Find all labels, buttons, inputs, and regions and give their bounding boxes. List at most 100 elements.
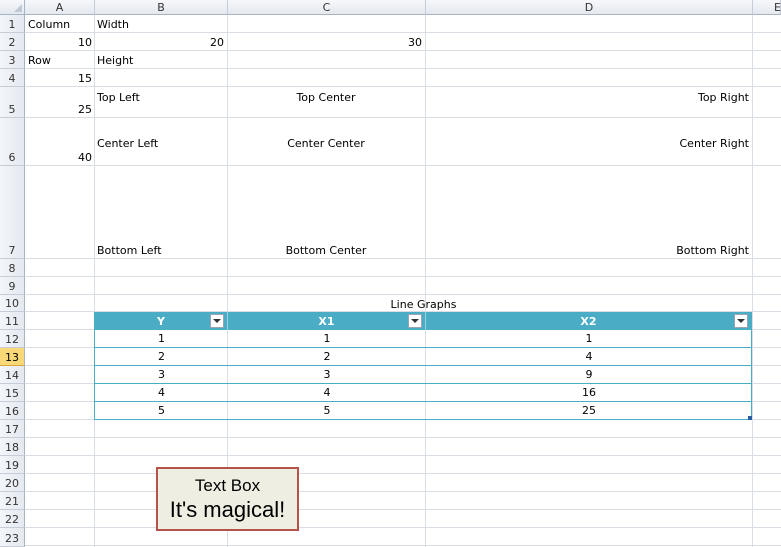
- row-header-23[interactable]: 23: [0, 528, 25, 547]
- table-cell[interactable]: 4: [95, 384, 228, 402]
- cell-a6[interactable]: 40: [25, 151, 95, 164]
- cell-a1[interactable]: Column: [25, 18, 95, 31]
- cell-c6[interactable]: Center Center: [227, 137, 425, 150]
- filter-dropdown-icon[interactable]: [734, 314, 748, 328]
- spreadsheet-grid: A B C D E 1 2 3 4 5 6 7 8 9 10 11 12 13 …: [0, 0, 781, 547]
- cell-a4[interactable]: 15: [25, 72, 95, 85]
- table-cell[interactable]: 16: [426, 384, 752, 402]
- row-header-8[interactable]: 8: [0, 259, 25, 277]
- table-cell[interactable]: 3: [95, 366, 228, 384]
- cell-b1[interactable]: Width: [94, 18, 227, 31]
- cell-b2[interactable]: 20: [94, 36, 227, 49]
- table-cell[interactable]: 5: [95, 402, 228, 420]
- table-header-y[interactable]: Y: [95, 312, 228, 330]
- gridline: [25, 473, 781, 474]
- row-header-6[interactable]: 6: [0, 118, 25, 166]
- column-header-b[interactable]: B: [95, 0, 228, 15]
- gridline: [752, 15, 753, 547]
- row-header-21[interactable]: 21: [0, 492, 25, 510]
- gridline: [25, 294, 781, 295]
- table-row: 4 4 16: [95, 384, 752, 402]
- cell-a5[interactable]: 25: [25, 103, 95, 116]
- cell-b7[interactable]: Bottom Left: [94, 244, 227, 257]
- row-header-11[interactable]: 11: [0, 312, 25, 330]
- table-header-label: Y: [157, 314, 165, 328]
- row-header-3[interactable]: 3: [0, 51, 25, 69]
- cell-b5[interactable]: Top Left: [94, 91, 227, 104]
- row-header-5[interactable]: 5: [0, 87, 25, 118]
- table-header-x2[interactable]: X2: [426, 312, 752, 330]
- row-header-19[interactable]: 19: [0, 456, 25, 474]
- cell-d5[interactable]: Top Right: [425, 91, 752, 104]
- table-header-label: X2: [580, 314, 597, 328]
- row-header-1[interactable]: 1: [0, 15, 25, 33]
- row-header-13[interactable]: 13: [0, 348, 25, 366]
- table-cell[interactable]: 9: [426, 366, 752, 384]
- row-header-16[interactable]: 16: [0, 402, 25, 420]
- cell-d7[interactable]: Bottom Right: [425, 244, 752, 257]
- cell-b3[interactable]: Height: [94, 54, 227, 67]
- table-cell[interactable]: 1: [95, 330, 228, 348]
- table-cell[interactable]: 5: [228, 402, 426, 420]
- gridline: [25, 117, 781, 118]
- table-header-x1[interactable]: X1: [228, 312, 426, 330]
- gridline: [25, 545, 781, 546]
- table-cell[interactable]: 25: [426, 402, 752, 420]
- gridline: [25, 50, 781, 51]
- column-header-d[interactable]: D: [426, 0, 753, 15]
- filter-dropdown-icon[interactable]: [210, 314, 224, 328]
- table-cell[interactable]: 1: [426, 330, 752, 348]
- row-header-9[interactable]: 9: [0, 277, 25, 295]
- row-header-4[interactable]: 4: [0, 69, 25, 87]
- table-row: 1 1 1: [95, 330, 752, 348]
- gridline: [25, 437, 781, 438]
- gridline: [25, 86, 781, 87]
- text-box-line-1: Text Box: [194, 476, 261, 495]
- row-header-12[interactable]: 12: [0, 330, 25, 348]
- row-header-15[interactable]: 15: [0, 384, 25, 402]
- gridline: [25, 455, 781, 456]
- row-header-10[interactable]: 10: [0, 295, 25, 312]
- cell-c5[interactable]: Top Center: [227, 91, 425, 104]
- cell-c7[interactable]: Bottom Center: [227, 244, 425, 257]
- gridline: [25, 491, 781, 492]
- table-resize-handle[interactable]: [748, 416, 752, 420]
- table-row: 2 2 4: [95, 348, 752, 366]
- cell-a3[interactable]: Row: [25, 54, 95, 67]
- row-header-18[interactable]: 18: [0, 438, 25, 456]
- table-cell[interactable]: 4: [426, 348, 752, 366]
- table-cell[interactable]: 1: [228, 330, 426, 348]
- gridline: [25, 68, 781, 69]
- cell-c10-merged-title[interactable]: Line Graphs: [95, 298, 752, 311]
- select-all-corner[interactable]: [0, 0, 25, 15]
- column-header-a[interactable]: A: [25, 0, 95, 15]
- gridline: [25, 276, 781, 277]
- column-header-c[interactable]: C: [228, 0, 426, 15]
- cell-b6[interactable]: Center Left: [94, 137, 227, 150]
- filter-dropdown-icon[interactable]: [408, 314, 422, 328]
- gridline: [25, 258, 781, 259]
- gridline: [25, 509, 781, 510]
- table-row: 3 3 9: [95, 366, 752, 384]
- row-header-14[interactable]: 14: [0, 366, 25, 384]
- table-row: 5 5 25: [95, 402, 752, 420]
- cell-c2[interactable]: 30: [227, 36, 425, 49]
- gridline: [25, 165, 781, 166]
- table-header-label: X1: [318, 314, 335, 328]
- table-cell[interactable]: 2: [95, 348, 228, 366]
- row-header-7[interactable]: 7: [0, 166, 25, 259]
- row-header-17[interactable]: 17: [0, 420, 25, 438]
- cell-d6[interactable]: Center Right: [425, 137, 752, 150]
- column-header-e[interactable]: E: [753, 0, 781, 15]
- table-cell[interactable]: 3: [228, 366, 426, 384]
- cell-a2[interactable]: 10: [25, 36, 95, 49]
- row-header-20[interactable]: 20: [0, 474, 25, 492]
- row-header-22[interactable]: 22: [0, 510, 25, 528]
- table-cell[interactable]: 4: [228, 384, 426, 402]
- table-cell[interactable]: 2: [228, 348, 426, 366]
- text-box-shape[interactable]: Text Box It's magical!: [156, 467, 299, 531]
- row-header-2[interactable]: 2: [0, 33, 25, 51]
- text-box-line-2: It's magical!: [169, 497, 286, 522]
- gridline: [25, 32, 781, 33]
- gridline: [25, 527, 781, 528]
